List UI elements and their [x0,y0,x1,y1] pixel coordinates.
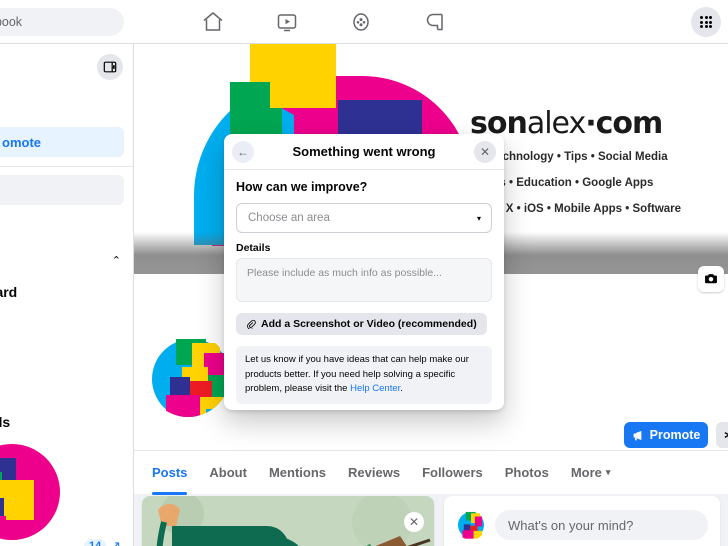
cover-tagline-3: ac OS X • iOS • Mobile Apps • Software [470,202,682,215]
back-icon[interactable]: ← [232,141,254,163]
promote-label: Promote [649,428,701,442]
external-link-icon[interactable]: ↗ [110,538,121,546]
asterisk-icon [724,431,728,439]
tab-posts[interactable]: Posts [152,451,188,495]
video-icon[interactable] [272,7,302,37]
feedback-dialog: ← Something went wrong ✕ How can we impr… [224,134,504,410]
collapse-sidebar-button[interactable] [97,54,123,80]
details-placeholder: Please include as much info as possible.… [247,267,442,279]
promote-button[interactable]: Promote [624,422,708,448]
tab-photos[interactable]: Photos [505,451,549,495]
chevron-down-icon: ▾ [605,467,611,477]
nav-icon-group [198,0,450,44]
post-illustration [142,496,434,546]
menu-grid-button[interactable] [691,7,721,37]
composer-avatar[interactable] [456,510,486,540]
chevron-up-icon[interactable]: ⌃ [112,254,121,267]
area-select-value: Choose an area [248,212,330,224]
tab-followers-label: Followers [422,465,483,480]
tab-more[interactable]: More ▾ [571,451,611,495]
sidebar-item-promote[interactable]: omote [0,127,124,157]
dialog-question: How can we improve? [236,180,368,194]
tab-mentions-label: Mentions [268,465,327,480]
sidebar-item-ads[interactable]: ed Ads [0,414,10,430]
composer-placeholder: What's on your mind? [508,517,634,533]
close-icon[interactable]: ✕ [474,141,496,163]
cover-brand-line: sonalex·com [470,106,728,141]
brand-tld: com [595,106,664,141]
composer-row: What's on your mind? [456,510,708,540]
left-sidebar: om omote ⌃ shboard ed Ads [0,44,134,546]
tab-photos-label: Photos [504,465,549,480]
groups-icon[interactable] [346,7,376,37]
composer-input[interactable]: What's on your mind? [495,510,708,540]
dialog-title: Something went wrong [292,144,436,159]
details-label: Details [236,242,271,254]
more-options-button[interactable] [716,422,728,448]
sidebar-page-logo [0,436,68,546]
close-icon[interactable]: ✕ [404,512,424,532]
tab-reviews[interactable]: Reviews [348,451,400,495]
add-screenshot-button[interactable]: Add a Screenshot or Video (recommended) [236,313,487,335]
add-screenshot-label: Add a Screenshot or Video (recommended) [261,318,477,330]
home-icon[interactable] [198,7,228,37]
facebook-page-screen: ebook [0,0,728,546]
tab-about-label: About [209,465,247,480]
cover-brand-text: sonalex·com ls • Technology • Tips • Soc… [470,106,728,218]
feed-row: ✕ What's on your mind? [134,496,728,546]
help-note: Let us know if you have ideas that can h… [236,346,492,405]
area-select[interactable]: Choose an area ▾ [236,203,492,233]
help-note-period: . [400,383,403,395]
dialog-body: How can we improve? Choose an area ▾ Det… [224,170,504,410]
tab-posts-label: Posts [152,465,188,480]
tab-about[interactable]: About [209,451,247,495]
top-navigation-bar: ebook [0,0,728,44]
cover-tagline-2: siness • Education • Google Apps [470,176,654,189]
tab-more-label: More [570,465,602,480]
cover-tagline-1: ls • Technology • Tips • Social Media [470,151,668,163]
search-text: ebook [0,15,23,29]
sidebar-badge-count: 14 [84,539,107,546]
dialog-footer: Cancel Submit [236,404,492,410]
avatar[interactable] [142,329,234,421]
tab-followers[interactable]: Followers [422,451,483,495]
tab-reviews-label: Reviews [348,465,401,480]
sidebar-item-dashboard[interactable]: shboard [0,284,17,300]
search-input[interactable]: ebook [0,8,124,36]
brand-light: alex [526,106,586,141]
sidebar-divider [0,166,133,167]
tab-mentions[interactable]: Mentions [269,451,326,495]
sidebar-promote-label: omote [2,134,41,150]
help-center-link[interactable]: Help Center [350,383,400,394]
paperclip-icon [247,319,256,329]
details-textarea[interactable]: Please include as much info as possible.… [236,258,492,302]
profile-tab-bar: Posts About Mentions Reviews Followers P… [134,450,728,495]
dialog-header: ← Something went wrong ✕ [224,134,504,170]
grid-icon [699,15,713,29]
chevron-down-icon: ▾ [476,213,481,223]
camera-icon[interactable] [698,266,724,292]
brand-dot: · [585,106,596,141]
post-card[interactable]: ✕ [142,496,434,546]
sidebar-item-block[interactable] [0,175,124,205]
gaming-icon[interactable] [420,7,450,37]
megaphone-icon [633,430,641,440]
post-composer: What's on your mind? [444,496,720,546]
